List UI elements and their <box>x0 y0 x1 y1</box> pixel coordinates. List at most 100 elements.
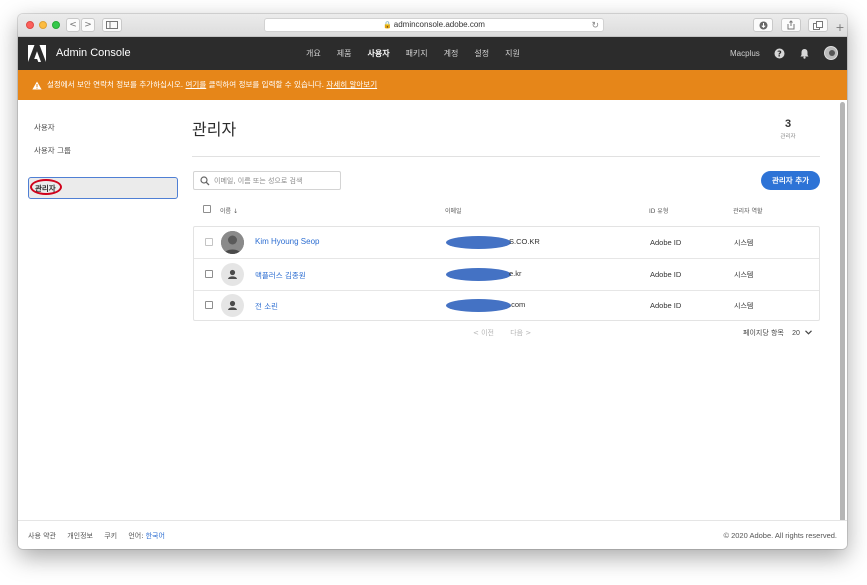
tabs-overview-icon[interactable] <box>808 18 828 32</box>
security-contact-banner: 설정에서 보안 연락처 정보를 추가하십시오. 여기를 클릭하여 정보를 입력할… <box>18 70 847 100</box>
nav-settings[interactable]: 설정 <box>474 37 489 70</box>
close-window-button[interactable] <box>26 21 34 29</box>
column-header-id-type: ID 유형 <box>649 208 669 215</box>
privacy-link[interactable]: 개인정보 <box>67 532 93 540</box>
language-label: 언어: <box>128 532 144 540</box>
pagination: < 이전 다음 > <box>473 328 545 338</box>
per-page-label: 페이지당 항목 <box>743 329 784 337</box>
per-page-select[interactable]: 페이지당 항목 20 <box>743 328 813 338</box>
app-header: Admin Console 개요 제품 사용자 패키지 계정 설정 지원 Mac… <box>18 37 847 70</box>
column-header-email: 이메일 <box>445 208 462 215</box>
nav-users[interactable]: 사용자 <box>367 37 389 70</box>
role-cell: 시스템 <box>734 271 754 279</box>
banner-here-link[interactable]: 여기를 <box>186 80 207 89</box>
nav-support[interactable]: 지원 <box>505 37 520 70</box>
table-row[interactable]: 맥플러스 김종원 e.kr Adobe ID 시스템 <box>194 259 819 290</box>
nav-packages[interactable]: 패키지 <box>406 37 428 70</box>
per-page-value: 20 <box>792 330 800 337</box>
id-type-cell: Adobe ID <box>650 301 682 310</box>
search-icon <box>200 176 210 186</box>
footer-links: 사용 약관 개인정보 쿠키 언어: 한국어 <box>28 531 174 541</box>
zoom-window-button[interactable] <box>52 21 60 29</box>
copyright: © 2020 Adobe. All rights reserved. <box>723 531 837 540</box>
redaction-mark <box>446 236 511 249</box>
row-checkbox[interactable] <box>205 238 213 246</box>
add-admin-button[interactable]: 관리자 추가 <box>761 171 820 190</box>
bell-icon[interactable] <box>799 48 810 59</box>
admin-count-label: 관리자 <box>780 134 796 140</box>
row-checkbox[interactable] <box>205 301 213 309</box>
sidebar-item-user-groups[interactable]: 사용자 그룹 <box>34 145 71 156</box>
search-input[interactable] <box>214 174 336 187</box>
terms-link[interactable]: 사용 약관 <box>28 532 56 540</box>
share-icon[interactable] <box>781 18 801 32</box>
admin-count: 3 관리자 <box>758 118 818 140</box>
email-text: S.CO.KR <box>509 237 540 246</box>
email-cell: S.CO.KR <box>446 236 556 249</box>
column-header-role: 관리자 역할 <box>733 208 763 215</box>
sidebar-item-users[interactable]: 사용자 <box>34 122 55 133</box>
sidebar-toggle-icon[interactable] <box>102 18 122 32</box>
address-bar[interactable]: 🔒 adminconsole.adobe.com ↻ <box>264 18 604 32</box>
banner-text-start: 설정에서 보안 연락처 정보를 추가하십시오. <box>47 80 186 89</box>
download-icon[interactable] <box>753 18 773 32</box>
main-nav: 개요 제품 사용자 패키지 계정 설정 지원 <box>306 37 536 70</box>
role-cell: 시스템 <box>734 239 754 247</box>
email-text: .com <box>509 300 526 309</box>
row-checkbox[interactable] <box>205 270 213 278</box>
avatar <box>221 231 244 254</box>
email-text: e.kr <box>509 269 522 278</box>
admin-name-link[interactable]: 맥플러스 김종원 <box>255 270 306 281</box>
role-cell: 시스템 <box>734 302 754 310</box>
back-button[interactable]: < <box>66 18 80 32</box>
id-type-cell: Adobe ID <box>650 270 682 279</box>
org-switcher[interactable]: Macplus <box>730 37 760 70</box>
cookies-link[interactable]: 쿠키 <box>104 532 117 540</box>
avatar[interactable] <box>824 46 838 60</box>
reload-icon[interactable]: ↻ <box>591 19 599 31</box>
table-row[interactable]: Kim Hyoung Seop S.CO.KR Adobe ID 시스템 <box>194 227 819 258</box>
prev-page-button[interactable]: < 이전 <box>473 329 494 337</box>
adobe-logo-icon[interactable] <box>28 45 46 62</box>
email-cell: e.kr <box>446 268 556 281</box>
language-selector[interactable]: 한국어 <box>146 532 165 540</box>
url-text: adminconsole.adobe.com <box>393 20 485 29</box>
warning-icon <box>32 81 42 89</box>
forward-button[interactable]: > <box>81 18 95 32</box>
admin-name-link[interactable]: 전 소린 <box>255 301 278 312</box>
nav-overview[interactable]: 개요 <box>306 37 321 70</box>
banner-text-end: 클릭하여 정보를 입력할 수 있습니다. <box>206 80 327 89</box>
select-all-checkbox[interactable] <box>203 205 211 213</box>
scrollbar[interactable] <box>840 102 845 530</box>
sidebar-item-admins[interactable]: 관리자 <box>28 177 178 199</box>
footer: 사용 약관 개인정보 쿠키 언어: 한국어 © 2020 Adobe. All r… <box>18 520 847 549</box>
divider <box>192 156 820 157</box>
next-page-button[interactable]: 다음 > <box>510 329 531 337</box>
browser-toolbar: < > 🔒 adminconsole.adobe.com ↻ + <box>18 14 847 37</box>
lock-icon: 🔒 <box>383 22 392 29</box>
sidebar-item-label: 관리자 <box>35 184 56 193</box>
admin-count-number: 3 <box>784 118 792 130</box>
app-title[interactable]: Admin Console <box>56 37 131 70</box>
nav-account[interactable]: 계정 <box>444 37 459 70</box>
search-box[interactable] <box>193 171 341 190</box>
svg-text:?: ? <box>777 49 782 58</box>
page-title: 관리자 <box>192 120 237 139</box>
admin-name-link[interactable]: Kim Hyoung Seop <box>255 237 319 246</box>
help-icon[interactable]: ? <box>774 48 785 59</box>
id-type-cell: Adobe ID <box>650 238 682 247</box>
avatar <box>221 263 244 286</box>
banner-learn-more-link[interactable]: 자세히 알아보기 <box>326 80 377 89</box>
table-row[interactable]: 전 소린 .com Adobe ID 시스템 <box>194 291 819 322</box>
sort-descending-icon: ↓ <box>232 208 238 215</box>
new-tab-button[interactable]: + <box>833 18 847 37</box>
redaction-mark <box>446 268 511 281</box>
avatar <box>221 294 244 317</box>
redaction-mark <box>446 299 511 312</box>
chevron-down-icon <box>805 330 813 335</box>
column-name-label: 이름 <box>220 208 232 215</box>
nav-products[interactable]: 제품 <box>337 37 352 70</box>
minimize-window-button[interactable] <box>39 21 47 29</box>
admins-table: Kim Hyoung Seop S.CO.KR Adobe ID 시스템 맥플러… <box>193 226 820 321</box>
column-header-name[interactable]: 이름 ↓ <box>220 206 238 215</box>
